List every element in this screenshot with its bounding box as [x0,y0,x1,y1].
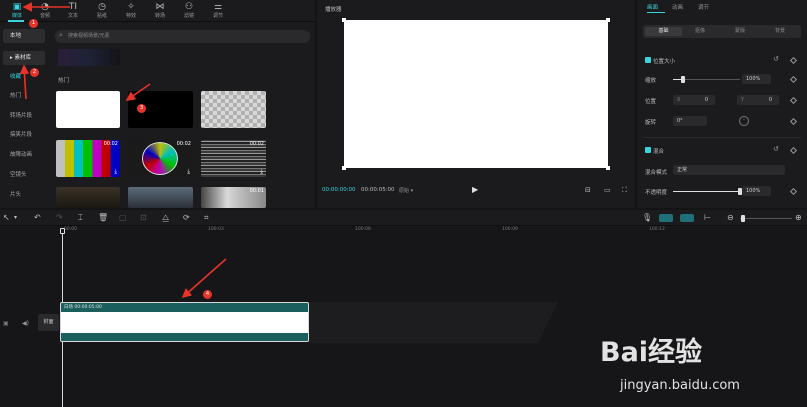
editor-window: ▣ 媒体 ◔ 音频 TI 文本 ◷ 贴纸 ✧ 特效 ⋈ 转场 ⚇ 滤镜 ⚌ 调节 [0,0,807,407]
annotation-badge-2: 2 [30,68,39,77]
annotation-badge-3: 3 [137,104,146,113]
annotation-arrow [125,83,151,101]
watermark-logo: Bai经验 [600,337,703,368]
annotation-badge-4: 4 [203,290,212,299]
watermark-url: jingyan.baidu.com [620,378,740,393]
annotation-arrow [19,64,30,100]
annotation-badge-1: 1 [29,19,38,28]
